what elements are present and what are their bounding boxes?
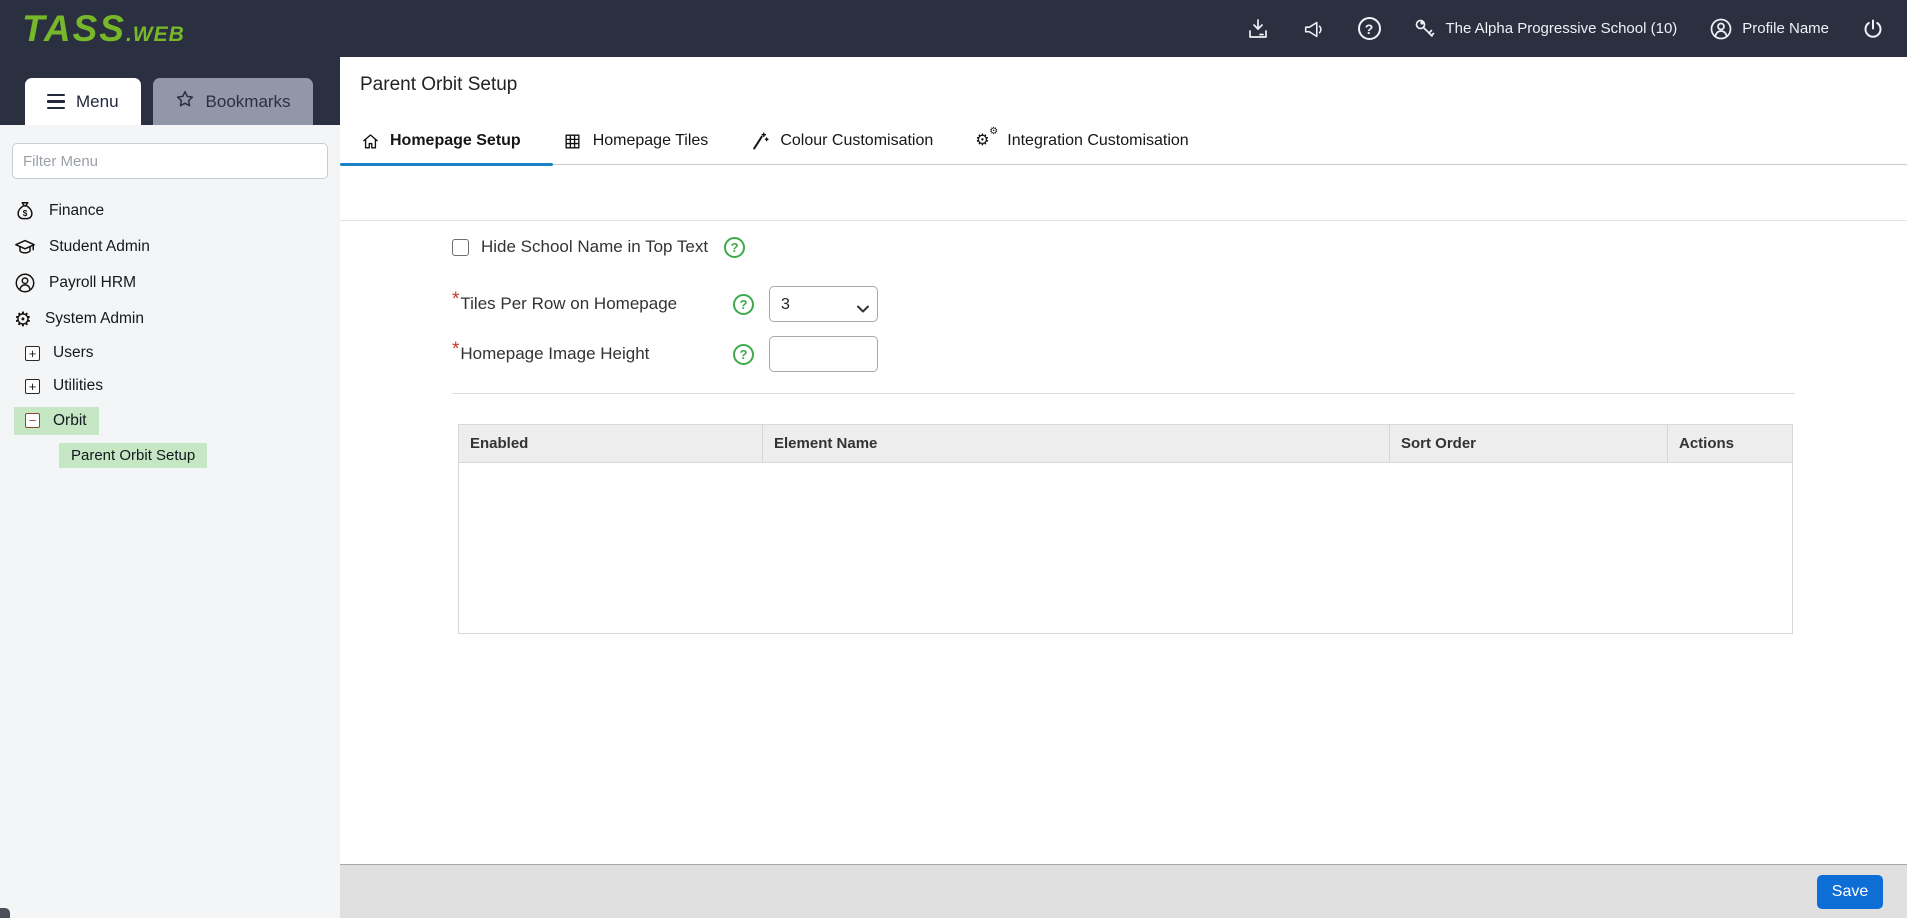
expand-plus-icon[interactable]: + bbox=[25, 379, 40, 394]
school-name-label: The Alpha Progressive School (10) bbox=[1446, 20, 1678, 37]
sidebar-item-label: Student Admin bbox=[49, 238, 150, 256]
table-header-row: Enabled Element Name Sort Order Actions bbox=[459, 425, 1792, 463]
sidebar-item-users[interactable]: + Users bbox=[0, 339, 340, 367]
sidebar-item-orbit[interactable]: − Orbit bbox=[0, 405, 340, 436]
column-header-actions[interactable]: Actions bbox=[1668, 425, 1792, 462]
column-header-enabled[interactable]: Enabled bbox=[459, 425, 763, 462]
app-root: TASS .WEB ? The Alpha Progressive School… bbox=[0, 0, 1907, 918]
home-icon bbox=[360, 131, 380, 151]
current-school[interactable]: The Alpha Progressive School (10) bbox=[1413, 17, 1678, 41]
menu-tab-label: Menu bbox=[76, 92, 119, 112]
gears-icon: ⚙⚙ bbox=[975, 131, 997, 151]
help-icon[interactable]: ? bbox=[733, 344, 754, 365]
required-asterisk: * bbox=[452, 293, 459, 307]
column-header-sort-order[interactable]: Sort Order bbox=[1390, 425, 1668, 462]
help-icon[interactable]: ? bbox=[1358, 17, 1381, 40]
profile-menu[interactable]: Profile Name bbox=[1709, 17, 1829, 41]
sidebar-item-label: Finance bbox=[49, 202, 104, 220]
tab-label: Homepage Tiles bbox=[593, 132, 709, 150]
star-icon bbox=[175, 89, 195, 114]
announcements-megaphone-icon[interactable] bbox=[1302, 17, 1326, 41]
menu-tab[interactable]: Menu bbox=[25, 78, 141, 125]
sidebar-item-payroll-hrm[interactable]: Payroll HRM bbox=[0, 267, 340, 298]
tab-colour-customisation[interactable]: Colour Customisation bbox=[750, 131, 933, 151]
svg-text:$: $ bbox=[23, 209, 28, 218]
tiles-per-row-label: Tiles Per Row on Homepage bbox=[460, 294, 677, 314]
sidebar-item-label: Orbit bbox=[53, 412, 87, 430]
grid-icon bbox=[563, 131, 583, 151]
key-icon bbox=[1413, 17, 1437, 41]
magic-wand-icon bbox=[750, 131, 770, 151]
hide-school-name-row: Hide School Name in Top Text ? bbox=[452, 238, 1907, 256]
hamburger-icon bbox=[47, 94, 65, 110]
sidebar: Menu Bookmarks $ Finance bbox=[0, 57, 340, 918]
help-icon[interactable]: ? bbox=[724, 237, 745, 258]
tab-homepage-tiles[interactable]: Homepage Tiles bbox=[563, 131, 709, 151]
gear-icon: ⚙ bbox=[14, 309, 32, 329]
tab-label: Integration Customisation bbox=[1007, 132, 1188, 150]
sidebar-item-student-admin[interactable]: Student Admin bbox=[0, 231, 340, 262]
sidebar-item-label: Parent Orbit Setup bbox=[59, 443, 207, 468]
elements-table: Enabled Element Name Sort Order Actions bbox=[458, 424, 1793, 634]
graduation-cap-icon bbox=[14, 236, 36, 258]
homepage-image-height-label: Homepage Image Height bbox=[460, 344, 649, 364]
sidebar-item-label: System Admin bbox=[45, 310, 144, 328]
sidebar-tab-strip: Menu Bookmarks bbox=[0, 57, 340, 125]
top-bar: TASS .WEB ? The Alpha Progressive School… bbox=[0, 0, 1907, 57]
top-bar-actions: ? The Alpha Progressive School (10) Prof… bbox=[1246, 0, 1886, 57]
tab-label: Homepage Setup bbox=[390, 132, 521, 150]
sidebar-item-finance[interactable]: $ Finance bbox=[0, 195, 340, 226]
logo-text-primary: TASS bbox=[22, 8, 126, 50]
tass-web-logo: TASS .WEB bbox=[22, 8, 185, 50]
profile-name-label: Profile Name bbox=[1742, 20, 1829, 37]
homepage-image-height-input[interactable] bbox=[769, 336, 878, 372]
person-circle-icon bbox=[14, 272, 36, 294]
sidebar-item-label: Users bbox=[53, 344, 93, 362]
sidebar-menu: $ Finance Student Admin Payroll HRM ⚙ Sy… bbox=[0, 195, 340, 469]
page-title: Parent Orbit Setup bbox=[340, 57, 1907, 96]
tiles-per-row-select[interactable]: 3 bbox=[769, 286, 878, 322]
tiles-per-row-row: * Tiles Per Row on Homepage ? 3 bbox=[452, 286, 1907, 322]
money-bag-icon: $ bbox=[14, 200, 36, 222]
sidebar-item-label: Payroll HRM bbox=[49, 274, 136, 292]
logout-power-icon[interactable] bbox=[1861, 17, 1885, 41]
collapse-minus-icon[interactable]: − bbox=[25, 413, 40, 428]
homepage-image-height-row: * Homepage Image Height ? bbox=[452, 336, 1907, 372]
logo-text-suffix: .WEB bbox=[126, 23, 185, 47]
sidebar-item-label: Utilities bbox=[53, 377, 103, 395]
corner-scroll-nub bbox=[0, 908, 10, 918]
active-tab-underline bbox=[340, 163, 553, 166]
required-asterisk: * bbox=[452, 343, 459, 357]
sidebar-item-system-admin[interactable]: ⚙ System Admin bbox=[0, 303, 340, 334]
section-divider bbox=[340, 220, 1907, 221]
sidebar-item-parent-orbit-setup[interactable]: Parent Orbit Setup bbox=[0, 441, 340, 469]
help-icon[interactable]: ? bbox=[733, 294, 754, 315]
table-body-empty bbox=[459, 463, 1792, 633]
bookmarks-tab[interactable]: Bookmarks bbox=[153, 78, 313, 125]
tab-label: Colour Customisation bbox=[780, 132, 933, 150]
download-icon[interactable] bbox=[1246, 17, 1270, 41]
tab-integration-customisation[interactable]: ⚙⚙ Integration Customisation bbox=[975, 131, 1188, 151]
profile-icon bbox=[1709, 17, 1733, 41]
footer-bar: Save bbox=[340, 864, 1907, 918]
tab-homepage-setup[interactable]: Homepage Setup bbox=[360, 131, 521, 151]
hide-school-name-label: Hide School Name in Top Text bbox=[481, 237, 708, 257]
form-divider bbox=[452, 393, 1795, 394]
sidebar-item-utilities[interactable]: + Utilities bbox=[0, 372, 340, 400]
save-button[interactable]: Save bbox=[1817, 875, 1883, 909]
filter-menu-input[interactable] bbox=[12, 143, 328, 179]
expand-plus-icon[interactable]: + bbox=[25, 346, 40, 361]
hide-school-name-checkbox[interactable] bbox=[452, 239, 469, 256]
main-content: Parent Orbit Setup Homepage Setup Homepa… bbox=[340, 57, 1907, 918]
column-header-element-name[interactable]: Element Name bbox=[763, 425, 1390, 462]
homepage-setup-form: Hide School Name in Top Text ? * Tiles P… bbox=[452, 238, 1907, 394]
bookmarks-tab-label: Bookmarks bbox=[206, 92, 291, 112]
tab-bar: Homepage Setup Homepage Tiles Colour Cus… bbox=[340, 118, 1907, 165]
